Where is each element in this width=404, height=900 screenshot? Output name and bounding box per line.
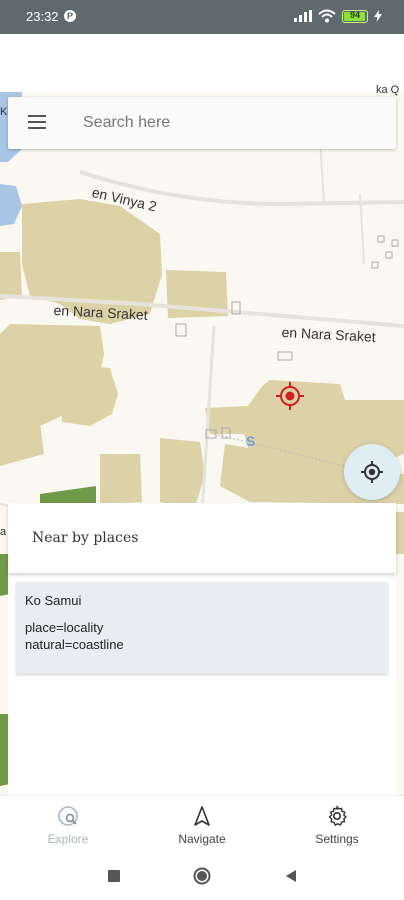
search-input[interactable]: Search here [83, 114, 170, 132]
nav-navigate[interactable]: Navigate [142, 796, 262, 853]
nav-label: Settings [315, 832, 359, 846]
status-time: 23:32 [26, 9, 59, 24]
sheet-title: Near by places [32, 530, 139, 546]
crosshair-icon [361, 461, 383, 483]
status-icons: 94 [294, 9, 382, 23]
back-button[interactable] [282, 867, 300, 885]
search-bar[interactable]: Search here [8, 97, 396, 149]
nearby-places-sheet: Near by places Ko Samui place=locality n… [8, 503, 396, 795]
place-tag: natural=coastline [25, 637, 124, 652]
menu-icon[interactable] [28, 115, 46, 129]
navigate-icon [194, 806, 210, 826]
status-bar: 23:32 P 94 [0, 0, 404, 34]
bottom-nav: Explore Navigate Settings [0, 795, 404, 852]
charging-icon [374, 10, 382, 22]
place-card[interactable]: Ko Samui place=locality natural=coastlin… [16, 582, 388, 674]
wifi-icon [318, 9, 336, 23]
map-label: a [0, 526, 7, 538]
my-location-button[interactable] [344, 444, 400, 500]
signal-icon [294, 10, 312, 22]
home-button[interactable] [193, 867, 211, 885]
explore-icon [58, 806, 78, 826]
notification-icon: P [64, 10, 76, 22]
sheet-header[interactable]: Near by places [8, 503, 396, 573]
recents-button[interactable] [105, 867, 123, 885]
nav-label: Navigate [178, 832, 226, 846]
battery-icon: 94 [342, 9, 368, 23]
gear-icon [328, 805, 347, 826]
nav-settings[interactable]: Settings [277, 796, 397, 853]
nav-explore[interactable]: Explore [8, 796, 128, 853]
battery-level: 94 [349, 9, 360, 20]
system-nav-bar [0, 852, 404, 900]
place-tag: place=locality [25, 620, 104, 635]
nav-label: Explore [47, 832, 89, 846]
place-name: Ko Samui [25, 593, 82, 608]
svg-text:S: S [246, 433, 255, 449]
map-label: ka Q [376, 84, 400, 96]
